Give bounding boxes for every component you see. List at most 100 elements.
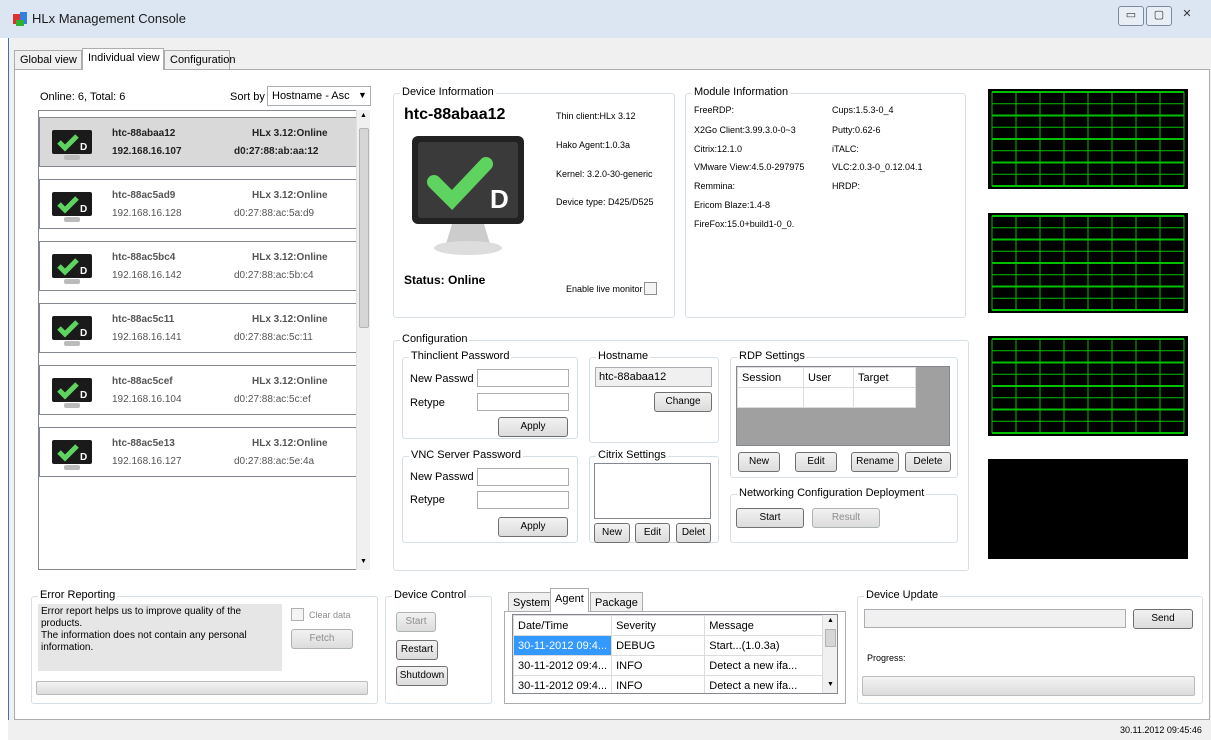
log-row[interactable]: 30-11-2012 09:4... DEBUG Start...(1.0.3a… <box>513 635 823 656</box>
rdp-new-button[interactable]: New <box>738 452 780 472</box>
device-item[interactable]: D htc-88ac5ad9 HLx 3.12:Online 192.168.1… <box>39 179 357 229</box>
live-monitor-label: Enable live monitor <box>566 284 643 294</box>
device-type-label: Device type: D425/D525 <box>556 197 654 207</box>
rdp-settings-title: RDP Settings <box>737 350 807 362</box>
thin-retype-input[interactable] <box>477 393 569 411</box>
citrix-delete-button[interactable]: Delet <box>676 523 711 543</box>
log-table[interactable]: Date/Time Severity Message 30-11-2012 09… <box>512 614 838 694</box>
rdp-delete-button[interactable]: Delete <box>905 452 951 472</box>
rdp-col-header: Target <box>853 367 916 388</box>
scroll-up-icon[interactable]: ▲ <box>827 617 834 624</box>
rdp-rename-button[interactable]: Rename <box>851 452 899 472</box>
device-list[interactable]: D htc-88abaa12 HLx 3.12:Online 192.168.1… <box>38 110 370 570</box>
device-item[interactable]: D htc-88ac5cef HLx 3.12:Online 192.168.1… <box>39 365 357 415</box>
minimize-button[interactable]: ▭ <box>1118 6 1144 26</box>
device-control-title: Device Control <box>392 589 469 601</box>
tab-global-view[interactable]: Global view <box>14 50 82 70</box>
hostname-input[interactable]: htc-88abaa12 <box>595 367 712 387</box>
module-item: Putty:0.62-6 <box>832 125 881 135</box>
device-version: HLx 3.12:Online <box>252 190 328 201</box>
device-ip: 192.168.16.128 <box>112 208 182 219</box>
module-item: VMware View:4.5.0-297975 <box>694 162 805 172</box>
tab-individual-view[interactable]: Individual view <box>82 48 164 70</box>
device-hostname: htc-88ac5ad9 <box>112 190 176 201</box>
clear-data-label: Clear data <box>309 610 351 620</box>
device-item[interactable]: D htc-88ac5c11 HLx 3.12:Online 192.168.1… <box>39 303 357 353</box>
device-item[interactable]: D htc-88ac5bc4 HLx 3.12:Online 192.168.1… <box>39 241 357 291</box>
update-file-input[interactable] <box>864 609 1126 628</box>
control-restart-button[interactable]: Restart <box>396 640 438 660</box>
device-item[interactable]: D htc-88ac5e13 HLx 3.12:Online 192.168.1… <box>39 427 357 477</box>
clear-data-checkbox[interactable] <box>291 608 304 621</box>
live-monitor-checkbox[interactable] <box>644 282 657 295</box>
error-report-text: Error report helps us to improve quality… <box>38 604 282 671</box>
fetch-button[interactable]: Fetch <box>291 629 353 649</box>
log-col-header: Severity <box>611 615 706 636</box>
device-item[interactable]: D htc-88abaa12 HLx 3.12:Online 192.168.1… <box>39 117 357 167</box>
citrix-edit-button[interactable]: Edit <box>635 523 670 543</box>
control-shutdown-button[interactable]: Shutdown <box>396 666 448 686</box>
send-button[interactable]: Send <box>1133 609 1193 629</box>
tab-configuration[interactable]: Configuration <box>164 50 235 70</box>
progress-label: Progress: <box>867 653 906 663</box>
log-tab-agent[interactable]: Agent <box>550 588 589 612</box>
status-bar: 30.11.2012 09:45:46 <box>8 720 1211 740</box>
log-row[interactable]: 30-11-2012 09:4... INFO Detect a new ifa… <box>513 655 823 676</box>
title-bar: HLx Management Console ▭ ▢ ✕ <box>0 0 1211 38</box>
hostname-change-button[interactable]: Change <box>654 392 712 412</box>
scroll-down-icon[interactable]: ▼ <box>827 681 834 688</box>
module-item: FreeRDP: <box>694 105 735 115</box>
citrix-list[interactable] <box>594 463 711 519</box>
thin-new-passwd-input[interactable] <box>477 369 569 387</box>
svg-text:D: D <box>80 328 87 339</box>
monitor-online-icon: D <box>52 130 92 160</box>
rdp-cell[interactable] <box>803 387 854 408</box>
network-result-button[interactable]: Result <box>812 508 880 528</box>
device-hostname: htc-88ac5cef <box>112 376 173 387</box>
app-icon <box>13 12 27 26</box>
sort-dropdown-value: Hostname - Asc <box>272 90 350 102</box>
device-hostname: htc-88ac5c11 <box>112 314 175 325</box>
close-button[interactable]: ✕ <box>1174 6 1200 26</box>
module-item: Cups:1.5.3-0_4 <box>832 105 894 115</box>
kernel-label: Kernel: 3.2.0-30-generic <box>556 169 653 179</box>
monitor-online-icon: D <box>52 192 92 222</box>
device-mac: d0:27:88:ac:5e:4a <box>234 456 315 467</box>
live-screen-2 <box>988 213 1188 313</box>
rdp-session-table[interactable]: Session User Target <box>736 366 950 446</box>
rdp-cell[interactable] <box>853 387 916 408</box>
log-row[interactable]: 30-11-2012 09:4... INFO Detect a new ifa… <box>513 675 823 693</box>
log-scrollbar[interactable]: ▲ ▼ <box>823 615 837 693</box>
log-cell: INFO <box>611 675 706 693</box>
device-status: Status: Online <box>404 273 486 287</box>
rdp-cell[interactable] <box>737 387 804 408</box>
vnc-retype-input[interactable] <box>477 491 569 509</box>
device-mac: d0:27:88:ac:5c:ef <box>234 394 311 405</box>
scroll-up-icon[interactable]: ▲ <box>360 112 367 119</box>
sort-dropdown[interactable]: Hostname - Asc ▼ <box>267 86 371 106</box>
maximize-button[interactable]: ▢ <box>1146 6 1172 26</box>
error-progress-bar <box>36 681 368 695</box>
device-ip: 192.168.16.104 <box>112 394 182 405</box>
vnc-apply-button[interactable]: Apply <box>498 517 568 537</box>
scroll-thumb[interactable] <box>825 629 836 647</box>
device-list-scrollbar[interactable]: ▲ ▼ <box>356 110 370 570</box>
vnc-new-passwd-input[interactable] <box>477 468 569 486</box>
control-start-button[interactable]: Start <box>396 612 436 632</box>
rdp-col-header: User <box>803 367 854 388</box>
device-hostname: htc-88ac5e13 <box>112 438 175 449</box>
scroll-down-icon[interactable]: ▼ <box>360 558 367 565</box>
citrix-new-button[interactable]: New <box>594 523 630 543</box>
device-hostname: htc-88abaa12 <box>112 128 176 139</box>
device-monitor-icon: D <box>412 136 524 255</box>
thin-apply-button[interactable]: Apply <box>498 417 568 437</box>
module-item: FireFox:15.0+build1-0_0. <box>694 219 795 229</box>
status-datetime: 30.11.2012 09:45:46 <box>1120 725 1202 735</box>
device-info-hostname: htc-88abaa12 <box>404 106 506 123</box>
network-start-button[interactable]: Start <box>736 508 804 528</box>
live-screen-4 <box>988 459 1188 559</box>
rdp-edit-button[interactable]: Edit <box>795 452 837 472</box>
module-item: iTALC: <box>832 144 859 154</box>
live-screen-1 <box>988 89 1188 189</box>
scroll-thumb[interactable] <box>359 128 369 328</box>
